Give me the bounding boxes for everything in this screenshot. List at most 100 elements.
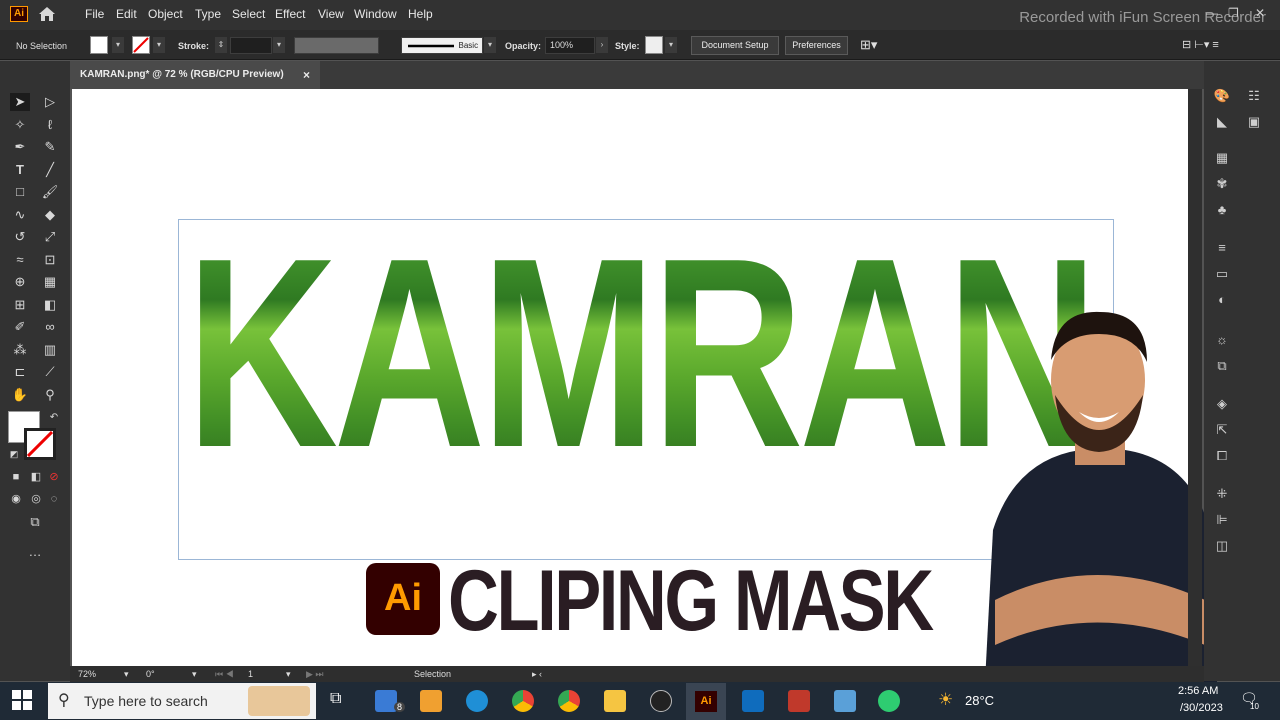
task-view-icon[interactable]: ⧉ xyxy=(330,690,341,708)
stroke-swatch[interactable] xyxy=(132,36,150,54)
gradient-tool-icon[interactable]: ◧ xyxy=(40,296,60,314)
brush-definition[interactable]: Basic xyxy=(401,37,483,54)
rotate-view[interactable]: 0° xyxy=(146,669,155,679)
menu-type[interactable]: Type xyxy=(195,7,221,21)
symbol-sprayer-icon[interactable]: ⁂ xyxy=(10,341,30,359)
layers-panel-icon[interactable]: ◈ xyxy=(1212,395,1232,413)
symbols-panel-icon[interactable]: ♣ xyxy=(1212,201,1232,219)
windows-start-icon[interactable] xyxy=(12,690,32,715)
chrome-profile-icon[interactable] xyxy=(558,690,580,712)
default-colors-icon[interactable]: ◩ xyxy=(4,445,24,463)
stroke-color-icon[interactable] xyxy=(24,428,56,460)
variable-width-profile[interactable] xyxy=(294,37,379,54)
close-tab-icon[interactable]: × xyxy=(303,61,310,89)
type-tool-icon[interactable]: T xyxy=(10,161,30,179)
home-icon[interactable] xyxy=(37,5,57,28)
edge-icon[interactable] xyxy=(466,690,488,712)
eyedropper-icon[interactable]: ✐ xyxy=(10,318,30,336)
properties-panel-icon[interactable]: ☷ xyxy=(1244,87,1264,105)
graphic-styles-icon[interactable]: ⧉ xyxy=(1212,357,1232,375)
draw-inside-icon[interactable]: ◌ xyxy=(44,490,64,508)
shape-builder-icon[interactable]: ⊕ xyxy=(10,273,30,291)
document-setup-button[interactable]: Document Setup xyxy=(691,36,779,55)
rotate-tool-icon[interactable]: ↺ xyxy=(10,228,30,246)
stroke-weight-field[interactable] xyxy=(230,37,272,54)
weather-icon[interactable]: ☀ xyxy=(938,690,953,710)
style-swatch[interactable] xyxy=(645,36,663,54)
stroke-weight-dropdown[interactable]: ▾ xyxy=(273,37,285,53)
menu-window[interactable]: Window xyxy=(354,7,397,21)
lasso-icon[interactable]: ℓ xyxy=(40,116,60,134)
transparency-panel-icon[interactable]: ◐ xyxy=(1212,291,1232,309)
swap-colors-icon[interactable]: ↶ xyxy=(44,409,64,427)
document-tab[interactable]: KAMRAN.png* @ 72 % (RGB/CPU Preview) × xyxy=(70,61,320,89)
stroke-weight-stepper[interactable]: ⇕ xyxy=(215,37,227,53)
rotate-dropdown-icon[interactable]: ▾ xyxy=(192,669,197,680)
direct-selection-tool-icon[interactable]: ▷ xyxy=(40,93,60,111)
eraser-icon[interactable]: ◆ xyxy=(40,206,60,224)
browser-alt-icon[interactable] xyxy=(878,690,900,712)
arrange-icon[interactable]: ⊞▾ xyxy=(860,37,877,53)
scale-tool-icon[interactable]: ⤢ xyxy=(40,228,60,246)
slice-tool-icon[interactable]: ⟋ xyxy=(40,363,60,381)
illustrator-taskbar-button[interactable]: Ai xyxy=(686,683,726,720)
color-mode-icon[interactable]: ■ xyxy=(6,468,26,486)
stroke-dropdown[interactable]: ▾ xyxy=(153,37,165,53)
magic-wand-icon[interactable]: ✧ xyxy=(10,116,30,134)
brush-dropdown[interactable]: ▾ xyxy=(484,37,496,53)
free-transform-icon[interactable]: ⊡ xyxy=(40,251,60,269)
download-app-icon[interactable] xyxy=(742,690,764,712)
draw-normal-icon[interactable]: ◉ xyxy=(6,490,26,508)
opacity-expand[interactable]: › xyxy=(596,37,608,53)
warp-tool-icon[interactable]: ≈ xyxy=(10,251,30,269)
menu-view[interactable]: View xyxy=(318,7,344,21)
zoom-tool-icon[interactable]: ⚲ xyxy=(40,386,60,404)
menu-object[interactable]: Object xyxy=(148,7,183,21)
stroke-panel-icon[interactable]: ≡ xyxy=(1212,239,1232,257)
pathfinder-panel-icon[interactable]: ◫ xyxy=(1212,537,1232,555)
zoom-dropdown-icon[interactable]: ▾ xyxy=(124,669,129,680)
store-icon[interactable] xyxy=(420,690,442,712)
align-icon[interactable]: ⊟ ⊢▾ ≡ xyxy=(1182,38,1219,51)
menu-effect[interactable]: Effect xyxy=(275,7,305,21)
draw-behind-icon[interactable]: ◎ xyxy=(26,490,46,508)
swatches-panel-icon[interactable]: ▦ xyxy=(1212,149,1232,167)
appearance-panel-icon[interactable]: ☼ xyxy=(1212,331,1232,349)
clipping-mask-group[interactable]: KAMRAN xyxy=(186,245,1102,470)
align-panel-icon[interactable]: ⊫ xyxy=(1212,511,1232,529)
style-dropdown[interactable]: ▾ xyxy=(665,37,677,53)
fill-swatch[interactable] xyxy=(90,36,108,54)
menu-file[interactable]: File xyxy=(85,7,104,21)
export-panel-icon[interactable]: ⇱ xyxy=(1212,421,1232,439)
color-guide-icon[interactable]: ◣ xyxy=(1212,113,1232,131)
weather-temp[interactable]: 28°C xyxy=(965,693,994,708)
curvature-tool-icon[interactable]: ✎ xyxy=(40,138,60,156)
chrome-icon[interactable] xyxy=(512,690,534,712)
hand-tool-icon[interactable]: ✋ xyxy=(10,386,30,404)
screen-mode-icon[interactable]: ⧉ xyxy=(25,513,45,531)
fill-dropdown[interactable]: ▾ xyxy=(112,37,124,53)
clock-date[interactable]: /30/2023 xyxy=(1180,702,1223,714)
artboard-dropdown-icon[interactable]: ▾ xyxy=(286,669,291,680)
minimize-icon[interactable]: — xyxy=(1206,6,1218,20)
next-artboard-icon[interactable]: ▶ ⏭ xyxy=(306,669,324,680)
edit-toolbar-icon[interactable]: … xyxy=(25,543,45,561)
clock-time[interactable]: 2:56 AM xyxy=(1178,685,1218,697)
blend-tool-icon[interactable]: ∞ xyxy=(40,318,60,336)
mesh-tool-icon[interactable]: ⊞ xyxy=(10,296,30,314)
gradient-mode-icon[interactable]: ◧ xyxy=(26,468,46,486)
color-panel-icon[interactable]: 🎨 xyxy=(1212,87,1232,105)
status-expand-icon[interactable]: ▸ ‹ xyxy=(532,669,542,680)
none-mode-icon[interactable]: ⊘ xyxy=(44,468,64,486)
first-artboard-icon[interactable]: ⏮ ◀ xyxy=(215,669,234,680)
artboard-tool-icon[interactable]: ⊏ xyxy=(10,363,30,381)
perspective-grid-icon[interactable]: ▦ xyxy=(40,273,60,291)
shaper-tool-icon[interactable]: ∿ xyxy=(10,206,30,224)
preferences-button[interactable]: Preferences xyxy=(785,36,848,55)
photos-icon[interactable] xyxy=(834,690,856,712)
restore-icon[interactable]: ❐ xyxy=(1228,6,1239,20)
zoom-level[interactable]: 72% xyxy=(78,669,96,679)
line-tool-icon[interactable]: ╱ xyxy=(40,161,60,179)
close-window-icon[interactable]: ✕ xyxy=(1255,6,1265,20)
menu-help[interactable]: Help xyxy=(408,7,433,21)
